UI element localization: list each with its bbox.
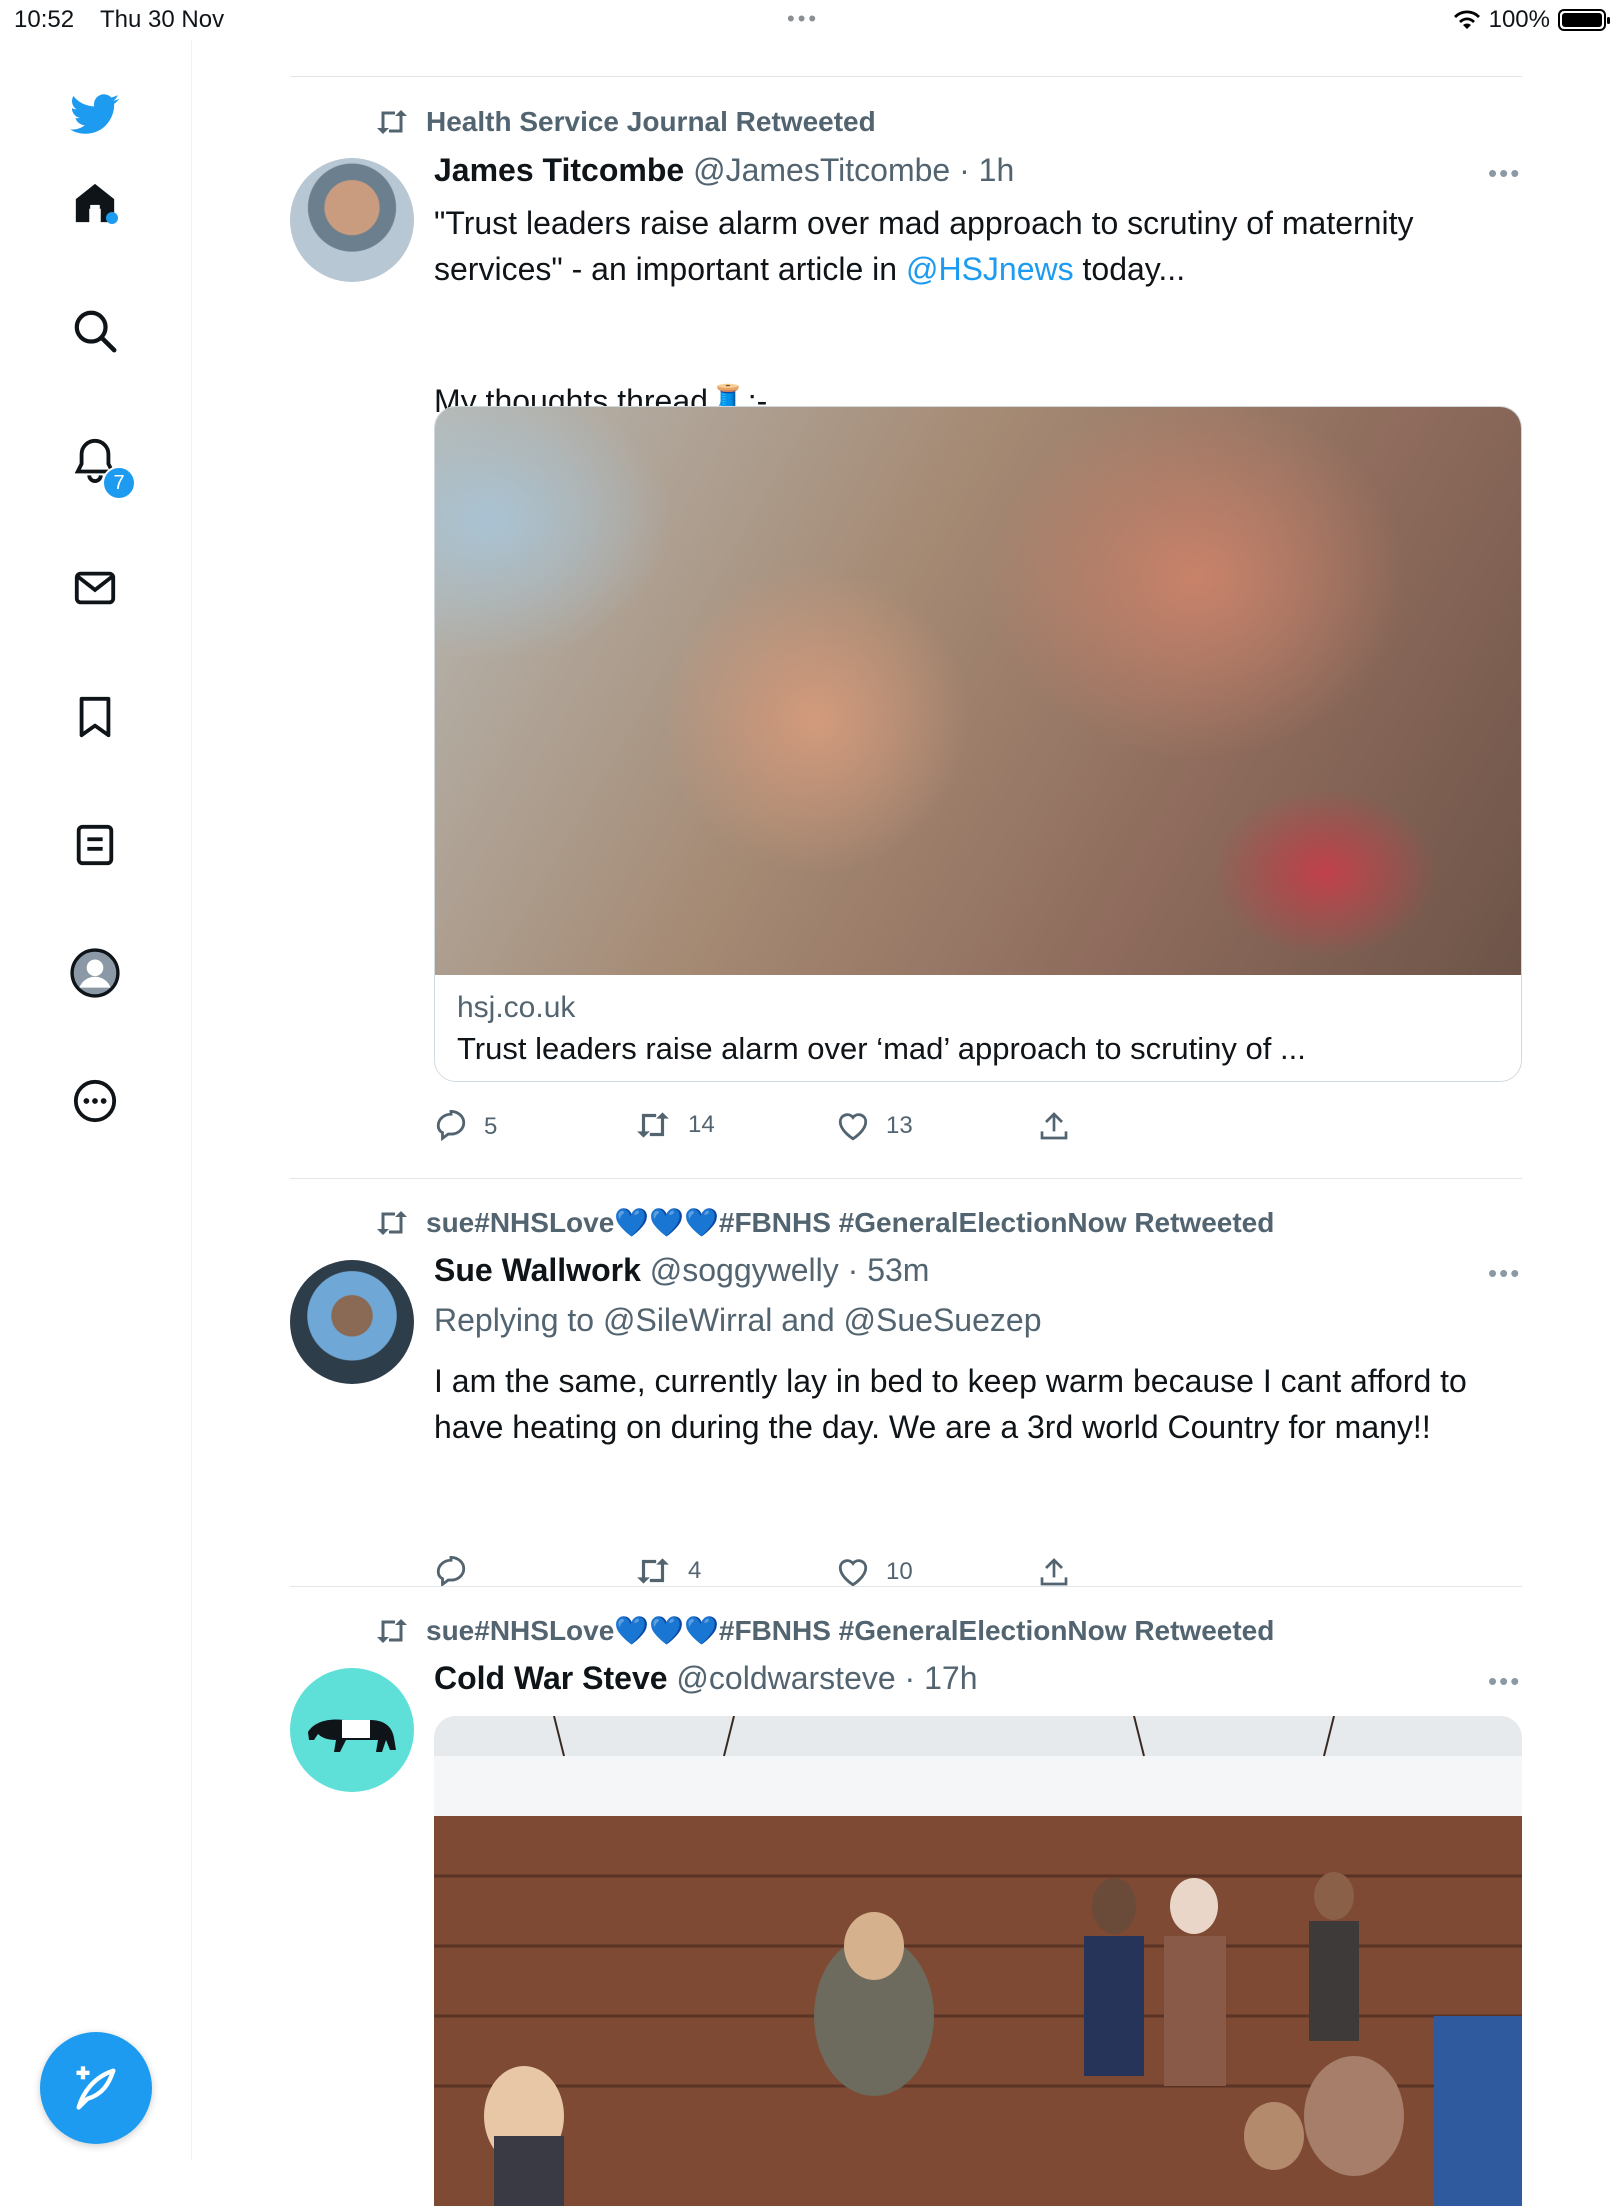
tweet-header: Cold War Steve @coldwarsteve · 17h (434, 1660, 977, 1697)
reply-icon (436, 1556, 466, 1588)
retweet-button[interactable]: 14 (634, 1110, 715, 1140)
avatar[interactable] (290, 1260, 414, 1384)
multitasking-dots-icon[interactable]: ••• (787, 6, 819, 32)
tweet-actions: 4 10 (434, 1556, 1068, 1596)
divider (290, 76, 1522, 77)
retweet-context: sue#NHSLove💙💙💙#FBNHS #GeneralElectionNow… (374, 1614, 1274, 1647)
bookmarks-icon[interactable] (70, 692, 120, 742)
author-name[interactable]: Sue Wallwork (434, 1252, 641, 1288)
status-date: Thu 30 Nov (100, 6, 225, 33)
tweet-image-illustration (434, 1716, 1522, 2206)
like-button[interactable]: 13 (836, 1110, 913, 1142)
home-unread-dot (106, 212, 118, 224)
divider (290, 1586, 1522, 1587)
link-card[interactable]: hsj.co.uk Trust leaders raise alarm over… (434, 406, 1522, 1082)
twitter-logo-icon[interactable] (70, 90, 120, 140)
status-bar: 10:52 Thu 30 Nov ••• 100% (0, 0, 1620, 40)
tweet-header: Sue Wallwork @soggywelly · 53m (434, 1252, 929, 1289)
lists-icon[interactable] (70, 820, 120, 870)
wifi-icon (1453, 10, 1480, 29)
sidebar: 7 (0, 40, 192, 2160)
mention-link[interactable]: @HSJnews (906, 251, 1074, 287)
tweet-time: · 1h (959, 152, 1015, 188)
reply-button[interactable]: 5 (434, 1110, 497, 1144)
compose-tweet-icon (76, 2066, 116, 2110)
retweet-icon (377, 110, 407, 134)
tapir-logo-icon (308, 1719, 396, 1752)
share-button[interactable] (1038, 1110, 1070, 1142)
retweet-context: sue#NHSLove💙💙💙#FBNHS #GeneralElectionNow… (374, 1206, 1274, 1239)
author-handle[interactable]: @coldwarsteve (676, 1660, 895, 1696)
divider (290, 1178, 1522, 1179)
avatar[interactable] (290, 158, 414, 282)
retweet-icon (637, 1112, 669, 1138)
status-time: 10:52 (14, 6, 75, 33)
tweet-more-icon[interactable]: ••• (1488, 1258, 1521, 1289)
heart-icon (838, 1113, 868, 1141)
tweet-time: · 53m (847, 1252, 930, 1288)
tweet-actions: 5 14 13 (434, 1110, 1068, 1150)
tweet-header: James Titcombe @JamesTitcombe · 1h (434, 152, 1014, 189)
timeline-feed[interactable]: Health Service Journal Retweeted James T… (290, 40, 1522, 2206)
tweet-time: · 17h (904, 1660, 978, 1696)
link-card-title: Trust leaders raise alarm over ‘mad’ app… (457, 1031, 1306, 1066)
notifications-badge: 7 (102, 466, 136, 500)
messages-icon[interactable] (70, 563, 120, 613)
link-card-domain: hsj.co.uk (457, 991, 576, 1024)
tweet-more-icon[interactable]: ••• (1488, 1666, 1521, 1697)
tweet-text: I am the same, currently lay in bed to k… (434, 1363, 1476, 1445)
reply-button[interactable] (434, 1556, 484, 1590)
heart-icon (838, 1559, 868, 1587)
replying-to: Replying to @SileWirral and @SueSuezep (434, 1302, 1042, 1338)
profile-icon[interactable] (70, 948, 120, 998)
link-card-image (435, 407, 1521, 975)
reply-icon (436, 1110, 466, 1142)
more-icon[interactable] (70, 1076, 120, 1126)
like-button[interactable]: 10 (836, 1556, 913, 1588)
author-handle[interactable]: @JamesTitcombe (693, 152, 950, 188)
tweet-more-icon[interactable]: ••• (1488, 158, 1521, 189)
retweet-icon (377, 1618, 407, 1643)
share-button[interactable] (1038, 1556, 1070, 1588)
author-handle[interactable]: @soggywelly (650, 1252, 839, 1288)
retweet-icon (637, 1558, 669, 1584)
replying-to-links[interactable]: @SileWirral and @SueSuezep (603, 1302, 1042, 1338)
battery-icon (1558, 9, 1610, 31)
author-name[interactable]: Cold War Steve (434, 1660, 668, 1696)
author-name[interactable]: James Titcombe (434, 152, 684, 188)
tweet-text: "Trust leaders raise alarm over mad appr… (434, 205, 1423, 287)
search-icon[interactable] (70, 306, 120, 356)
retweet-context: Health Service Journal Retweeted (374, 106, 876, 138)
tweet-image[interactable] (434, 1716, 1522, 2206)
retweet-button[interactable]: 4 (634, 1556, 701, 1586)
share-icon (1040, 1558, 1068, 1586)
compose-tweet-button[interactable] (40, 2032, 152, 2144)
avatar[interactable] (290, 1668, 414, 1792)
retweet-icon (377, 1210, 407, 1235)
share-icon (1040, 1112, 1068, 1140)
battery-percent: 100% (1488, 6, 1550, 33)
